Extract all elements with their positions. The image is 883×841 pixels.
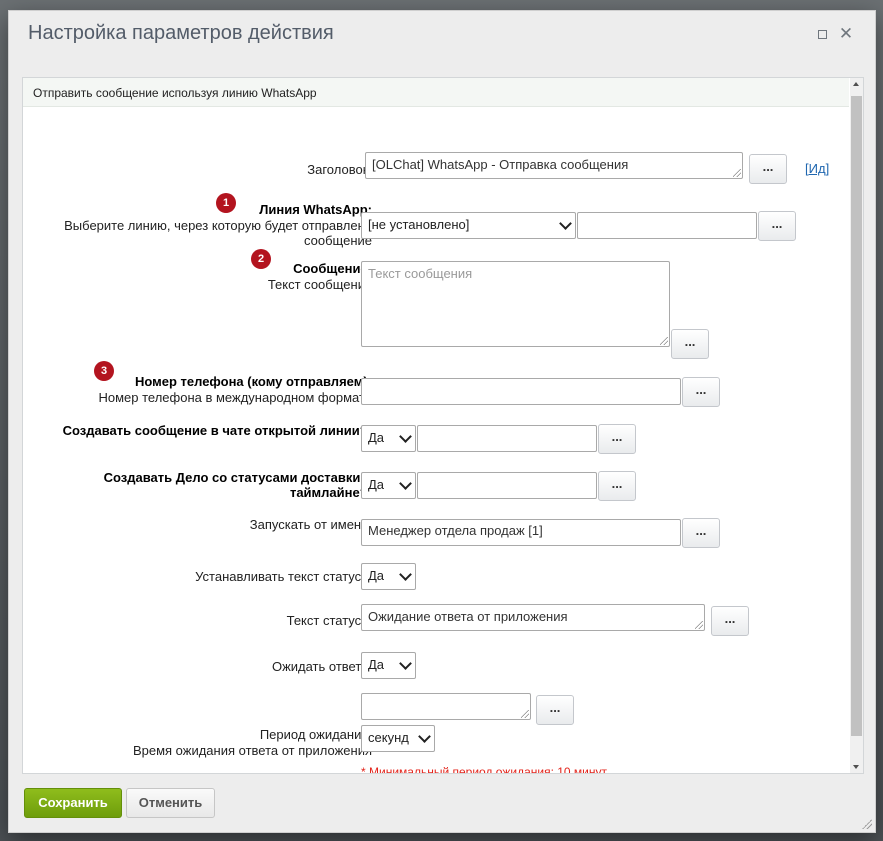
- message-label: Сообщение:: [293, 261, 372, 276]
- wait-period-unit-select[interactable]: секунд: [361, 725, 435, 752]
- action-subtitle-bar: Отправить сообщение используя линию What…: [23, 78, 849, 107]
- create-chat-insert-button[interactable]: ...: [598, 424, 636, 454]
- wait-reply-select[interactable]: Да: [361, 652, 416, 679]
- message-textarea[interactable]: Текст сообщения: [361, 261, 670, 347]
- wait-period-value-input[interactable]: [361, 693, 531, 720]
- create-task-label: Создавать Дело со статусами доставки в т…: [103, 470, 372, 500]
- scroll-up-icon[interactable]: [853, 82, 859, 86]
- action-settings-dialog: Настройка параметров действия ✕ Отправит…: [8, 10, 876, 833]
- cancel-button[interactable]: Отменить: [126, 788, 215, 818]
- run-as-label: Запускать от имени:: [249, 517, 372, 532]
- dialog-titlebar[interactable]: Настройка параметров действия ✕: [9, 11, 875, 57]
- scroll-down-icon[interactable]: [853, 765, 859, 769]
- status-text-label: Текст статуса:: [286, 613, 372, 628]
- line-extra-input[interactable]: [577, 212, 757, 239]
- content-scrollbar[interactable]: [850, 78, 863, 773]
- chevron-down-icon: [399, 657, 412, 670]
- set-status-label: Устанавливать текст статуса:: [195, 569, 372, 584]
- header-id-link[interactable]: [Ид]: [805, 161, 829, 176]
- status-text-insert-button[interactable]: ...: [711, 606, 749, 636]
- chevron-down-icon: [399, 430, 412, 443]
- create-task-extra-input[interactable]: [417, 472, 597, 499]
- message-insert-button[interactable]: ...: [671, 329, 709, 359]
- close-icon[interactable]: ✕: [835, 23, 857, 45]
- chevron-down-icon: [399, 477, 412, 490]
- resize-grip-icon[interactable]: [521, 710, 529, 718]
- phone-input[interactable]: [361, 378, 681, 405]
- phone-insert-button[interactable]: ...: [682, 377, 720, 407]
- resize-grip-icon[interactable]: [660, 337, 668, 345]
- phone-label: Номер телефона (кому отправляем):: [134, 374, 372, 389]
- save-button[interactable]: Сохранить: [24, 788, 122, 818]
- create-task-insert-button[interactable]: ...: [598, 471, 636, 501]
- header-label: Заголовок:: [307, 162, 372, 177]
- create-task-select[interactable]: Да: [361, 472, 416, 499]
- create-chat-label: Создавать сообщение в чате открытой лини…: [62, 423, 372, 438]
- chevron-down-icon: [559, 217, 572, 230]
- wait-period-insert-button[interactable]: ...: [536, 695, 574, 725]
- dialog-content: Отправить сообщение используя линию What…: [22, 77, 864, 774]
- line-label: Линия WhatsApp:: [259, 202, 372, 217]
- wait-period-hint: Время ожидания ответа от приложения: [132, 743, 372, 758]
- run-as-input[interactable]: Менеджер отдела продаж [1]: [361, 519, 681, 546]
- header-input[interactable]: [OLChat] WhatsApp - Отправка сообщения: [365, 152, 743, 179]
- scrollbar-thumb[interactable]: [851, 96, 862, 736]
- set-status-select[interactable]: Да: [361, 563, 416, 590]
- wait-reply-label: Ожидать ответа:: [271, 659, 372, 674]
- dialog-resize-icon[interactable]: [862, 819, 872, 829]
- line-hint: Выберите линию, через которую будет отпр…: [64, 218, 372, 248]
- line-select[interactable]: [не установлено]: [361, 212, 576, 239]
- run-as-insert-button[interactable]: ...: [682, 518, 720, 548]
- create-chat-select[interactable]: Да: [361, 425, 416, 452]
- action-subtitle: Отправить сообщение используя линию What…: [33, 86, 317, 100]
- dialog-title: Настройка параметров действия: [28, 22, 334, 44]
- status-text-input[interactable]: Ожидание ответа от приложения: [361, 604, 705, 631]
- chevron-down-icon: [399, 568, 412, 581]
- header-insert-button[interactable]: ...: [749, 154, 787, 184]
- resize-grip-icon[interactable]: [733, 169, 741, 177]
- line-insert-button[interactable]: ...: [758, 211, 796, 241]
- wait-period-label: Период ожидания:: [259, 727, 372, 742]
- create-chat-extra-input[interactable]: [417, 425, 597, 452]
- resize-grip-icon[interactable]: [695, 621, 703, 629]
- phone-hint: Номер телефона в международном формате: [98, 390, 372, 405]
- message-hint: Текст сообщения: [267, 277, 372, 292]
- wait-period-warning: * Минимальный период ожидания: 10 минут: [361, 765, 607, 774]
- chevron-down-icon: [418, 730, 431, 743]
- maximize-icon[interactable]: [811, 23, 833, 45]
